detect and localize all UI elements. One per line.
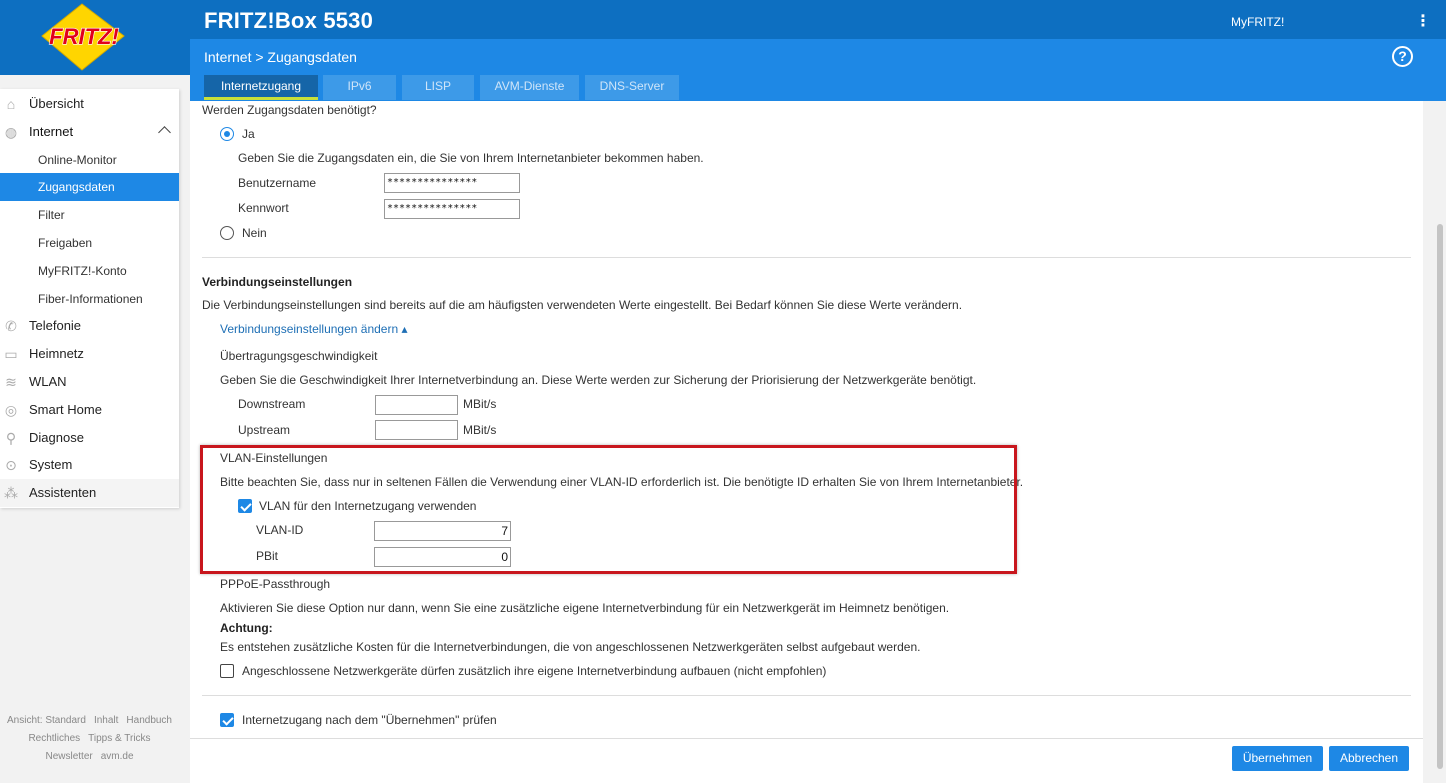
sidebar-item-heimnetz[interactable]: ▭ Heimnetz [0, 340, 179, 368]
sidebar-item-assistenten[interactable]: ⁂ Assistenten [0, 479, 179, 507]
sidebar-subitem-zugangsdaten[interactable]: Zugangsdaten [0, 173, 179, 201]
sidebar-subitem-online-monitor[interactable]: Online-Monitor [0, 146, 179, 174]
sidebar-item-uebersicht[interactable]: ⌂ Übersicht [0, 90, 179, 118]
tab-internetzugang[interactable]: Internetzugang [204, 75, 318, 100]
wizard-icon: ⁂ [4, 485, 18, 501]
sidebar-subitem-fiber-informationen[interactable]: Fiber-Informationen [0, 285, 179, 313]
main-content: Werden Zugangsdaten benötigt? Ja Geben S… [190, 101, 1423, 738]
sidebar-item-internet[interactable]: ◍ Internet [0, 118, 179, 146]
logo-text: FRITZ! [49, 24, 119, 49]
conn-title: Verbindungseinstellungen [202, 275, 353, 289]
sidebar-item-label: Assistenten [29, 485, 97, 500]
sidebar-item-label: Smart Home [29, 402, 102, 417]
speed-title: Übertragungsgeschwindigkeit [220, 349, 378, 363]
sidebar-item-label: Internet [29, 124, 74, 139]
upstream-field[interactable] [375, 420, 458, 440]
sidebar-subitem-myfritz-konto[interactable]: MyFRITZ!-Konto [0, 257, 179, 285]
footer-links: Ansicht: Standard Inhalt Handbuch Rechtlic… [0, 712, 179, 766]
tab-dns-server[interactable]: DNS-Server [585, 75, 679, 100]
upstream-unit: MBit/s [463, 423, 497, 437]
pppoe-checkbox-label: Angeschlossene Netzwerkgeräte dürfen zus… [242, 664, 827, 678]
sidebar-item-label: System [29, 457, 73, 472]
app-title: FRITZ!Box 5530 [204, 8, 374, 33]
downstream-label: Downstream [238, 397, 306, 411]
speed-desc: Geben Sie die Geschwindigkeit Ihrer Inte… [220, 373, 977, 387]
radio-ja-label: Ja [242, 127, 255, 141]
sidebar: ⌂ Übersicht ◍ Internet Online-Monitor Zuga… [0, 89, 179, 508]
password-field[interactable]: *************** [384, 199, 520, 219]
sidebar-subitem-filter[interactable]: Filter [0, 201, 179, 229]
myfritz-link[interactable]: MyFRITZ! [1231, 15, 1284, 29]
sidebar-item-label: Übersicht [29, 96, 84, 111]
pppoe-title: PPPoE-Passthrough [220, 577, 331, 591]
tab-ipv6[interactable]: IPv6 [323, 75, 396, 100]
downstream-unit: MBit/s [463, 397, 497, 411]
username-label: Benutzername [238, 176, 317, 190]
breadcrumb: Internet > Zugangsdaten [204, 49, 357, 65]
credentials-hint: Geben Sie die Zugangsdaten ein, die Sie … [238, 151, 704, 165]
footer-link-tipps[interactable]: Tipps & Tricks [88, 733, 150, 744]
warning-text: Es entstehen zusätzliche Kosten für die … [220, 640, 921, 654]
chevron-up-icon[interactable] [158, 126, 171, 139]
footer-link-avm[interactable]: avm.de [101, 751, 134, 762]
scrollbar[interactable] [1434, 101, 1446, 783]
footer-link-handbuch[interactable]: Handbuch [126, 715, 172, 726]
sidebar-item-diagnose[interactable]: ⚲ Diagnose [0, 424, 179, 452]
phone-icon: ✆ [5, 318, 17, 334]
sidebar-item-telefonie[interactable]: ✆ Telefonie [0, 312, 179, 340]
divider [202, 695, 1411, 696]
home-icon: ⌂ [6, 96, 16, 112]
upstream-label: Upstream [238, 423, 291, 437]
sidebar-item-wlan[interactable]: ≋ WLAN [0, 368, 179, 396]
warning-label: Achtung: [220, 621, 273, 635]
wifi-icon: ≋ [5, 374, 17, 390]
conn-toggle-link[interactable]: Verbindungseinstellungen ändern ▴ [220, 322, 408, 336]
conn-desc: Die Verbindungseinstellungen sind bereit… [202, 298, 963, 312]
system-icon: ⊙ [5, 457, 17, 473]
radio-nein-label: Nein [242, 226, 267, 240]
diagnose-icon: ⚲ [5, 430, 17, 446]
sidebar-item-label: WLAN [29, 374, 67, 389]
network-icon: ▭ [4, 346, 18, 362]
test-connection-checkbox[interactable] [220, 713, 234, 727]
pppoe-checkbox[interactable] [220, 664, 234, 678]
globe-icon: ◍ [4, 124, 18, 140]
sidebar-item-label: Heimnetz [29, 346, 84, 361]
footer-link-inhalt[interactable]: Inhalt [94, 715, 118, 726]
password-label: Kennwort [238, 201, 289, 215]
vlan-highlight-box [200, 445, 1017, 574]
sidebar-item-system[interactable]: ⊙ System [0, 451, 179, 479]
radio-nein[interactable] [220, 226, 234, 240]
help-icon[interactable]: ? [1392, 46, 1413, 67]
pppoe-desc: Aktivieren Sie diese Option nur dann, we… [220, 601, 950, 615]
apply-button[interactable]: Übernehmen [1232, 746, 1323, 771]
sidebar-item-label: Telefonie [29, 318, 82, 333]
sidebar-subitem-freigaben[interactable]: Freigaben [0, 229, 179, 257]
test-connection-label: Internetzugang nach dem "Übernehmen" prü… [242, 713, 497, 727]
downstream-field[interactable] [375, 395, 458, 415]
question-label: Werden Zugangsdaten benötigt? [202, 103, 377, 117]
fritz-logo[interactable]: FRITZ! [0, 0, 190, 75]
sidebar-item-smart-home[interactable]: ◎ Smart Home [0, 396, 179, 424]
scrollbar-thumb[interactable] [1437, 224, 1443, 769]
username-field[interactable]: *************** [384, 173, 520, 193]
tab-lisp[interactable]: LISP [402, 75, 474, 100]
smarthome-icon: ◎ [4, 402, 18, 418]
more-menu-icon[interactable]: ⋮ [1415, 12, 1431, 32]
divider [202, 257, 1411, 258]
cancel-button[interactable]: Abbrechen [1329, 746, 1409, 771]
footer-link-newsletter[interactable]: Newsletter [45, 751, 92, 762]
radio-ja[interactable] [220, 127, 234, 141]
sidebar-item-label: Diagnose [29, 430, 84, 445]
tab-avm-dienste[interactable]: AVM-Dienste [480, 75, 579, 100]
footer-link-ansicht[interactable]: Ansicht: Standard [7, 715, 86, 726]
footer-link-rechtliches[interactable]: Rechtliches [28, 733, 80, 744]
